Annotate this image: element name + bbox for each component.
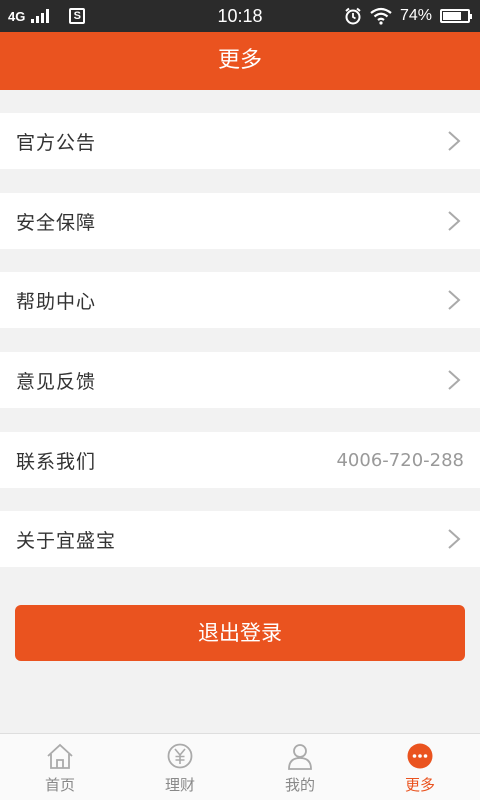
- battery-percent: 74%: [399, 7, 432, 24]
- tab-label: 更多: [404, 775, 435, 794]
- status-right: 74%: [344, 0, 472, 32]
- menu-item-label: 关于宜盛宝: [16, 529, 117, 552]
- tab-label: 理财: [164, 775, 195, 794]
- wifi-icon: [370, 7, 392, 25]
- status-bar: 4G S 10:18 74%: [0, 0, 480, 32]
- more-icon: [407, 743, 433, 768]
- battery-fill: [443, 12, 461, 20]
- menu-item-feedback[interactable]: 意见反馈: [0, 352, 480, 408]
- menu-item-label: 帮助中心: [16, 290, 97, 313]
- logout-button[interactable]: 退出登录: [15, 605, 465, 661]
- alarm-icon: [345, 7, 361, 25]
- contact-phone[interactable]: 4006-720-288: [336, 450, 464, 471]
- tab-more[interactable]: 更多: [360, 734, 480, 800]
- menu-item-security[interactable]: 安全保障: [0, 193, 480, 249]
- menu-item-about[interactable]: 关于宜盛宝: [0, 511, 480, 567]
- menu-item-label: 意见反馈: [16, 370, 97, 393]
- chevron-right-icon: [448, 131, 461, 151]
- chevron-right-icon: [448, 211, 461, 231]
- home-icon: [47, 743, 73, 769]
- user-icon: [288, 743, 312, 770]
- menu-item-label: 官方公告: [16, 131, 97, 154]
- chevron-right-icon: [448, 370, 461, 390]
- tab-label: 首页: [44, 775, 75, 794]
- menu-item-label: 安全保障: [16, 211, 97, 234]
- tab-finance[interactable]: 理财: [120, 734, 240, 800]
- battery-icon: [440, 9, 472, 23]
- menu-item-contact-us[interactable]: 联系我们 4006-720-288: [0, 432, 480, 488]
- menu-item-announcements[interactable]: 官方公告: [0, 113, 480, 169]
- yen-icon: [167, 743, 193, 768]
- chevron-right-icon: [448, 290, 461, 310]
- tab-label: 我的: [284, 775, 315, 794]
- tab-mine[interactable]: 我的: [240, 734, 360, 800]
- tab-bar: 首页 理财 我的 更多: [0, 733, 480, 800]
- menu-item-label: 联系我们: [16, 450, 97, 473]
- chevron-right-icon: [448, 529, 461, 549]
- tab-home[interactable]: 首页: [0, 734, 120, 800]
- page-title: 更多: [0, 32, 480, 90]
- menu-item-help-center[interactable]: 帮助中心: [0, 272, 480, 328]
